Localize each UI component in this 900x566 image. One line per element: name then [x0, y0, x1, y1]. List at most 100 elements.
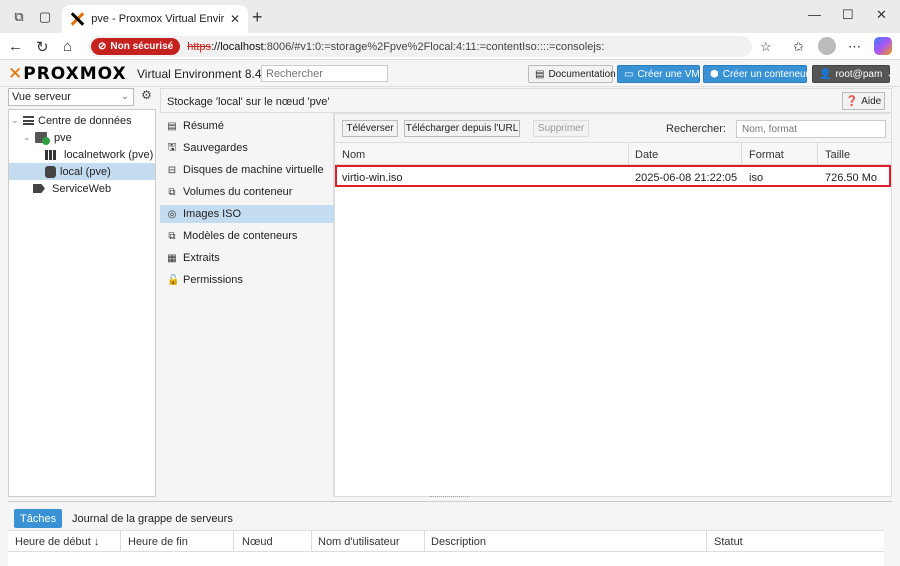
tree-node-serviceweb[interactable]: ServiceWeb: [33, 180, 111, 197]
create-vm-button[interactable]: ▭ Créer une VM: [617, 65, 700, 83]
cube-icon: ⬢: [710, 68, 719, 80]
column-name[interactable]: Nom: [342, 149, 365, 161]
storage-submenu: ▤ Résumé 🖫 Sauvegardes ⊟ Disques de mach…: [160, 113, 334, 497]
network-icon: [45, 149, 57, 160]
back-icon[interactable]: ←: [8, 38, 23, 55]
copilot-icon[interactable]: [874, 37, 892, 55]
cell-name: virtio-win.iso: [342, 172, 403, 184]
documentation-button[interactable]: ▤ Documentation: [528, 65, 616, 83]
menu-item-summary[interactable]: ▤ Résumé: [160, 117, 334, 135]
gear-icon[interactable]: ⚙: [138, 88, 155, 106]
url-text: https://localhost:8006/#v1:0:=storage%2F…: [187, 40, 605, 53]
question-icon: ❓: [845, 95, 859, 107]
version-label: Virtual Environment 8.4.1: [137, 67, 272, 81]
more-icon[interactable]: ⋯: [848, 39, 861, 55]
create-ct-button[interactable]: ⬢ Créer un conteneur: [703, 65, 809, 83]
disc-icon: ◎: [167, 208, 177, 220]
url-field[interactable]: ⊘ Non sécurisé https://localhost:8006/#v…: [88, 36, 752, 57]
upload-button[interactable]: Téléverser: [342, 120, 398, 137]
tasks-row-partial: [8, 552, 884, 566]
container-volume-icon: ⧉: [168, 186, 176, 198]
tab-actions-icon[interactable]: ▢: [36, 8, 54, 26]
menu-item-permissions[interactable]: 🔓 Permissions: [160, 271, 334, 289]
home-icon[interactable]: ⌂: [63, 38, 72, 55]
menu-item-ct-volumes[interactable]: ⧉ Volumes du conteneur: [160, 183, 334, 201]
tab-tasks[interactable]: Tâches: [14, 509, 63, 528]
not-secure-badge[interactable]: ⊘ Non sécurisé: [91, 38, 181, 55]
search-label: Rechercher:: [666, 123, 726, 135]
panel-resizer[interactable]: [430, 496, 470, 499]
resource-tree: ⌄ Centre de données ⌄ pve localnetwork (…: [8, 109, 156, 497]
node-icon: [35, 132, 50, 145]
view-select[interactable]: Vue serveur ⌄: [8, 88, 134, 106]
grid-header: Nom Date Format Taille: [335, 143, 891, 165]
tree-node-pve[interactable]: ⌄ pve: [23, 129, 72, 146]
tree-node-localnetwork[interactable]: localnetwork (pve): [45, 146, 153, 163]
maximize-icon[interactable]: ☐: [842, 7, 854, 23]
menu-item-iso-images[interactable]: ◎ Images ISO: [160, 205, 334, 223]
proxmox-favicon-icon: [70, 12, 83, 26]
datacenter-icon: [23, 116, 34, 125]
warning-icon: ⊘: [98, 41, 107, 52]
column-node[interactable]: Nœud: [242, 536, 273, 548]
menu-item-ct-templates[interactable]: ⧉ Modèles de conteneurs: [160, 227, 334, 245]
browser-tabbar: ⧉ ▢ pve - Proxmox Virtual Environment ✕ …: [0, 0, 900, 33]
cell-format: iso: [749, 172, 764, 184]
tasks-grid-header: Heure de début ↓ Heure de fin Nœud Nom d…: [8, 530, 884, 553]
column-format[interactable]: Format: [749, 149, 784, 161]
tree-node-datacenter[interactable]: ⌄ Centre de données: [11, 112, 132, 129]
proxmox-logo: ✕PROXMOX: [8, 64, 127, 84]
tab-close-icon[interactable]: ✕: [230, 12, 240, 26]
column-size[interactable]: Taille: [825, 149, 850, 161]
reload-icon[interactable]: ↻: [36, 38, 49, 56]
favorite-star-icon[interactable]: ☆: [760, 39, 772, 55]
iso-grid-panel: Téléverser Télécharger depuis l'URL Supp…: [334, 113, 892, 497]
browser-profile-avatar[interactable]: [818, 37, 836, 55]
column-status[interactable]: Statut: [714, 536, 743, 548]
collapse-icon[interactable]: ⌄: [23, 132, 31, 143]
browser-tab[interactable]: pve - Proxmox Virtual Environment ✕: [62, 5, 248, 33]
window-close-icon[interactable]: ✕: [876, 7, 887, 23]
app-header: ✕PROXMOX Virtual Environment 8.4.1 ▤ Doc…: [0, 60, 900, 87]
workspaces-icon[interactable]: ⧉: [10, 8, 28, 26]
user-menu-button[interactable]: 👤 root@pam ⌄: [812, 65, 895, 83]
table-row[interactable]: virtio-win.iso 2025-06-08 21:22:05 iso 7…: [335, 165, 891, 187]
cell-size: 726.50 Mo: [825, 172, 877, 184]
new-tab-icon[interactable]: +: [252, 7, 263, 28]
page-title: Stockage 'local' sur le nœud 'pve': [167, 96, 330, 108]
menu-item-vm-disks[interactable]: ⊟ Disques de machine virtuelle: [160, 161, 334, 179]
column-start-time[interactable]: Heure de début ↓: [15, 536, 99, 548]
content-header: Stockage 'local' sur le nœud 'pve' ❓ Aid…: [160, 88, 892, 113]
address-bar: ← ↻ ⌂ ⊘ Non sécurisé https://localhost:8…: [0, 33, 900, 60]
filter-input[interactable]: [736, 120, 886, 138]
unlock-icon: 🔓: [167, 274, 180, 286]
column-username[interactable]: Nom d'utilisateur: [318, 536, 400, 548]
collapse-icon[interactable]: ⌄: [11, 115, 19, 126]
column-description[interactable]: Description: [431, 536, 486, 548]
download-url-button[interactable]: Télécharger depuis l'URL: [404, 120, 520, 137]
chevron-down-icon: ⌄: [120, 91, 129, 102]
chevron-down-icon: ⌄: [886, 68, 895, 80]
floppy-icon: 🖫: [167, 141, 177, 153]
book-icon: ▤: [535, 68, 545, 80]
user-icon: 👤: [819, 68, 832, 80]
column-end-time[interactable]: Heure de fin: [128, 536, 188, 548]
tab-cluster-log[interactable]: Journal de la grappe de serveurs: [66, 509, 239, 528]
storage-icon: [45, 165, 56, 178]
tag-icon: [33, 184, 45, 193]
cell-date: 2025-06-08 21:22:05: [635, 172, 738, 184]
favorites-icon[interactable]: ✩: [793, 39, 804, 55]
header-search-input[interactable]: [261, 65, 388, 82]
monitor-icon: ▭: [624, 68, 634, 80]
template-icon: ⧉: [168, 230, 176, 242]
tab-title: pve - Proxmox Virtual Environment: [91, 13, 224, 25]
menu-item-snippets[interactable]: ▦ Extraits: [160, 249, 334, 267]
tree-node-local[interactable]: local (pve): [9, 163, 155, 180]
help-button[interactable]: ❓ Aide: [842, 92, 885, 110]
column-date[interactable]: Date: [635, 149, 658, 161]
minimize-icon[interactable]: —: [808, 7, 821, 22]
menu-item-backups[interactable]: 🖫 Sauvegardes: [160, 139, 334, 157]
proxmox-app: ✕PROXMOX Virtual Environment 8.4.1 ▤ Doc…: [0, 60, 900, 566]
delete-button[interactable]: Supprimer: [533, 120, 589, 137]
snippet-icon: ▦: [167, 252, 177, 264]
